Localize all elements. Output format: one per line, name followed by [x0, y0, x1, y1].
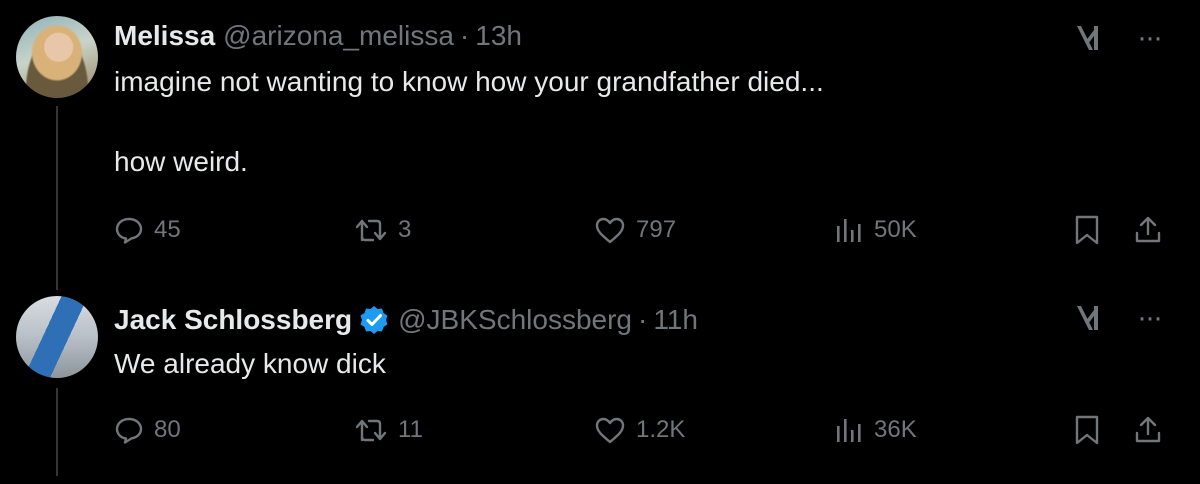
tweet-header: Melissa @arizona_melissa · 13h: [114, 16, 1180, 56]
like-count: 797: [636, 216, 677, 243]
comment-bubble-icon: [114, 215, 144, 245]
repost-button[interactable]: 3: [354, 210, 411, 250]
views-count: 50K: [874, 216, 917, 243]
tweet-body: Jack Schlossberg @JBKSchlossberg · 11h W…: [114, 300, 1180, 384]
bar-chart-icon: [834, 415, 864, 445]
bookmark-icon: [1072, 414, 1102, 446]
tweet[interactable]: Melissa @arizona_melissa · 13h imagine n…: [0, 0, 1200, 290]
tweet-body: Melissa @arizona_melissa · 13h imagine n…: [114, 16, 1180, 182]
views-count: 36K: [874, 416, 917, 443]
bookmark-button[interactable]: [1072, 210, 1102, 250]
tweet-top-actions: ···: [1072, 300, 1164, 336]
separator-dot: ·: [459, 20, 470, 51]
thread-line: [56, 106, 58, 290]
share-button[interactable]: [1132, 410, 1164, 450]
tweet-header: Jack Schlossberg @JBKSchlossberg · 11h: [114, 300, 1180, 340]
separator-dot: ·: [637, 304, 648, 335]
repost-count: 11: [398, 416, 423, 443]
more-dots-icon[interactable]: ···: [1134, 300, 1164, 336]
tweet[interactable]: Jack Schlossberg @JBKSchlossberg · 11h W…: [0, 280, 1200, 484]
tweet-text: imagine not wanting to know how your gra…: [114, 66, 824, 177]
author-handle[interactable]: @JBKSchlossberg: [398, 304, 632, 336]
comment-bubble-icon: [114, 415, 144, 445]
bookmark-button[interactable]: [1072, 410, 1102, 450]
like-button[interactable]: 797: [594, 210, 676, 250]
reply-count: 80: [154, 416, 181, 443]
bookmark-icon: [1072, 214, 1102, 246]
like-button[interactable]: 1.2K: [594, 410, 685, 450]
tweet-actions: 45 3 797 50K: [114, 210, 1164, 250]
repost-count: 3: [398, 216, 412, 243]
share-upload-icon: [1132, 214, 1164, 246]
reply-count: 45: [154, 216, 181, 243]
verified-badge-icon: [358, 304, 390, 336]
author-name[interactable]: Melissa: [114, 20, 215, 52]
timestamp[interactable]: 11h: [653, 304, 698, 336]
share-upload-icon: [1132, 414, 1164, 446]
tweet-actions: 80 11 1.2K 36K: [114, 410, 1164, 450]
like-count: 1.2K: [636, 416, 686, 443]
reply-button[interactable]: 80: [114, 410, 181, 450]
views-button[interactable]: 36K: [834, 410, 917, 450]
timestamp[interactable]: 13h: [475, 20, 522, 52]
tweet-text: We already know dick: [114, 348, 386, 379]
thread-line: [56, 388, 58, 476]
author-name[interactable]: Jack Schlossberg: [114, 304, 352, 336]
grok-icon[interactable]: [1072, 20, 1108, 56]
repost-arrows-icon: [354, 415, 388, 445]
share-button[interactable]: [1132, 210, 1164, 250]
reply-button[interactable]: 45: [114, 210, 181, 250]
bar-chart-icon: [834, 215, 864, 245]
tweet-top-actions: ···: [1072, 20, 1164, 56]
more-dots-icon[interactable]: ···: [1134, 20, 1164, 56]
avatar[interactable]: [16, 296, 98, 378]
grok-icon[interactable]: [1072, 300, 1108, 336]
heart-icon: [594, 215, 626, 245]
repost-arrows-icon: [354, 215, 388, 245]
heart-icon: [594, 415, 626, 445]
repost-button[interactable]: 11: [354, 410, 423, 450]
avatar[interactable]: [16, 16, 98, 98]
views-button[interactable]: 50K: [834, 210, 917, 250]
author-handle[interactable]: @arizona_melissa: [223, 20, 454, 52]
